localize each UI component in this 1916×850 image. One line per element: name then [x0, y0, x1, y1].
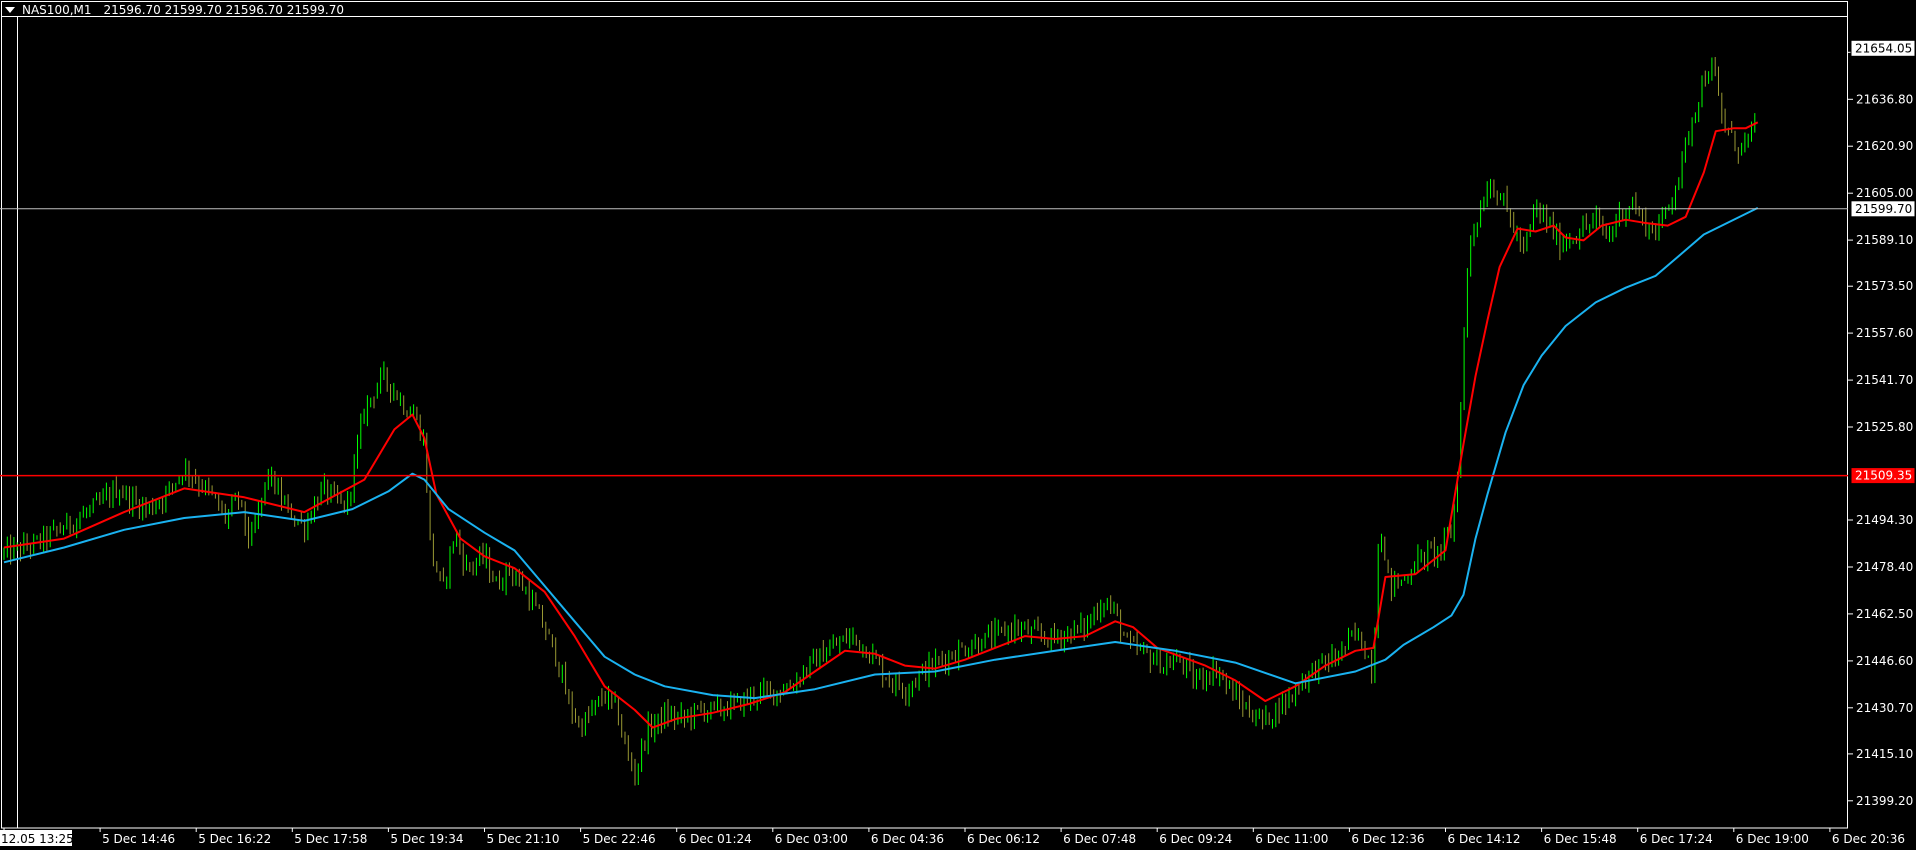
- y-tick-label: 21557.60: [1856, 326, 1913, 340]
- x-tick-label: 6 Dec 07:48: [1063, 832, 1136, 846]
- price-tag-bid: 21599.70: [1855, 202, 1912, 216]
- x-tick-label: 5 Dec 21:10: [487, 832, 560, 846]
- symbol-timeframe: NAS100,M1: [22, 3, 92, 17]
- x-tick-label: 5 Dec 19:34: [390, 832, 463, 846]
- x-tick-label: 6 Dec 09:24: [1159, 832, 1232, 846]
- x-tick-label: 6 Dec 15:48: [1544, 832, 1617, 846]
- y-tick-label: 21399.20: [1856, 794, 1913, 808]
- x-tick-label: 6 Dec 14:12: [1448, 832, 1521, 846]
- y-tick-label: 21525.80: [1856, 420, 1913, 434]
- price-tag-top: 21654.05: [1855, 41, 1912, 55]
- chart-menu-icon[interactable]: [5, 7, 15, 13]
- chart-background: [0, 0, 1916, 850]
- y-tick-label: 21446.60: [1856, 654, 1913, 668]
- y-tick-label: 21415.10: [1856, 747, 1913, 761]
- x-tick-label: 6 Dec 12:36: [1351, 832, 1424, 846]
- x-tick-label: 6 Dec 19:00: [1736, 832, 1809, 846]
- chart-header: NAS100,M1 21596.70 21599.70 21596.70 215…: [2, 2, 344, 18]
- y-tick-label: 21636.80: [1856, 92, 1913, 106]
- x-tick-label: 6 Dec 11:00: [1255, 832, 1328, 846]
- y-tick-label: 21605.00: [1856, 186, 1913, 200]
- x-tick-label: 6 Dec 06:12: [967, 832, 1040, 846]
- x-tick-label: 5 Dec 16:22: [198, 832, 271, 846]
- ohlc-values: 21596.70 21599.70 21596.70 21599.70: [103, 3, 344, 17]
- x-tick-label: 5 Dec 14:46: [102, 832, 175, 846]
- x-tick-label: 5 Dec 17:58: [294, 832, 367, 846]
- price-tag-alert: 21509.35: [1855, 469, 1912, 483]
- y-tick-label: 21430.70: [1856, 701, 1913, 715]
- x-tick-label: 12.05 13:25: [1, 832, 74, 846]
- x-tick-label: 6 Dec 17:24: [1640, 832, 1713, 846]
- x-tick-label: 5 Dec 22:46: [583, 832, 656, 846]
- y-tick-label: 21589.10: [1856, 233, 1913, 247]
- x-tick-label: 6 Dec 04:36: [871, 832, 944, 846]
- price-chart[interactable]: 21652.7021636.8021620.9021605.0021589.10…: [0, 0, 1916, 850]
- x-tick-label: 6 Dec 03:00: [775, 832, 848, 846]
- y-tick-label: 21494.30: [1856, 513, 1913, 527]
- x-tick-label: 6 Dec 01:24: [679, 832, 752, 846]
- y-tick-label: 21620.90: [1856, 139, 1913, 153]
- y-tick-label: 21573.50: [1856, 279, 1913, 293]
- y-tick-label: 21462.50: [1856, 607, 1913, 621]
- y-tick-label: 21478.40: [1856, 560, 1913, 574]
- y-tick-label: 21541.70: [1856, 373, 1913, 387]
- x-tick-label: 6 Dec 20:36: [1832, 832, 1905, 846]
